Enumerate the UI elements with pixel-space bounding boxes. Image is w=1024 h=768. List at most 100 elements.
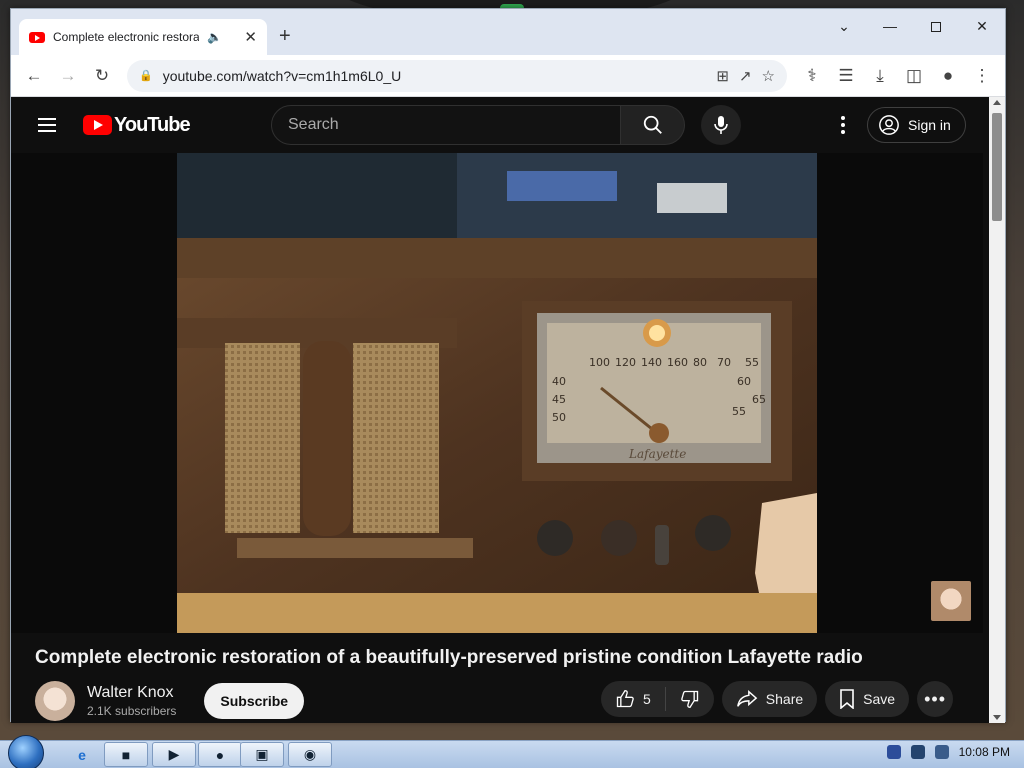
new-tab-button[interactable]: + <box>279 25 291 48</box>
browser-toolbar: ← → ↻ 🔒 youtube.com/watch?v=cm1h1m6L0_U … <box>11 55 1005 97</box>
settings-kebab-icon[interactable] <box>823 107 863 143</box>
tab-title: Complete electronic restora <box>53 30 199 44</box>
install-app-icon[interactable]: ⊞ <box>716 67 729 85</box>
radio-video-image: 100 120 140 160 80 70 55 60 65 40 45 50 … <box>177 153 817 633</box>
system-tray: 10:08 PM <box>886 745 1010 759</box>
youtube-page: YouTube Search Sign in 100 120 140 160 8… <box>11 97 991 723</box>
thumbs-down-icon <box>680 690 698 709</box>
back-button[interactable]: ← <box>19 61 49 91</box>
window-controls: ⌄ — ✕ <box>821 9 1005 43</box>
taskbar-ie-icon[interactable]: e <box>60 742 104 767</box>
microphone-icon <box>714 116 728 134</box>
video-title: Complete electronic restoration of a bea… <box>35 647 863 668</box>
volume-icon[interactable] <box>934 745 949 759</box>
channel-avatar[interactable] <box>35 681 75 721</box>
dial-number: 80 <box>693 356 707 369</box>
lock-icon[interactable]: 🔒 <box>139 69 153 82</box>
address-bar[interactable]: 🔒 youtube.com/watch?v=cm1h1m6L0_U ⊞ ↗ ☆ <box>127 59 787 92</box>
youtube-play-icon <box>83 115 112 135</box>
dial-number: 45 <box>552 393 566 406</box>
save-segment: Save <box>825 681 909 717</box>
dial-number: 140 <box>641 356 662 369</box>
video-info: Complete electronic restoration of a bea… <box>11 633 991 723</box>
search-bar: Search <box>271 105 741 145</box>
clock[interactable]: 10:08 PM <box>959 745 1010 759</box>
bookmark-star-icon[interactable]: ☆ <box>762 67 775 85</box>
search-input[interactable]: Search <box>271 105 621 145</box>
minimize-button[interactable]: — <box>867 9 913 43</box>
dial-number: 60 <box>737 375 751 388</box>
search-button[interactable] <box>621 105 685 145</box>
scrollbar-thumb[interactable] <box>992 113 1002 221</box>
start-button[interactable] <box>8 735 44 768</box>
thumbs-up-icon <box>616 689 634 708</box>
taskbar-monitor-icon[interactable]: ▣ <box>240 742 284 767</box>
dial-number: 40 <box>552 375 566 388</box>
like-dislike-group: 5 <box>601 681 714 717</box>
windows-taskbar: e ■ ▶ ● ▣ ◉ 10:08 PM <box>0 735 1024 768</box>
dial-brand-text: Lafayette <box>628 447 686 461</box>
dial-number: 120 <box>615 356 636 369</box>
hamburger-menu-icon[interactable] <box>27 105 67 145</box>
more-horizontal-icon: ••• <box>924 688 947 709</box>
tab-strip: Complete electronic restora 🔈 ✕ + ⌄ — ✕ <box>11 9 1005 55</box>
youtube-logo[interactable]: YouTube <box>83 113 191 137</box>
taskbar-chrome-icon[interactable]: ◉ <box>288 742 332 767</box>
media-queue-icon[interactable]: ☰ <box>831 61 861 91</box>
reload-button[interactable]: ↻ <box>87 61 117 91</box>
dial-number: 65 <box>752 393 766 406</box>
channel-name[interactable]: Walter Knox <box>87 684 176 702</box>
video-frame[interactable]: 100 120 140 160 80 70 55 60 65 40 45 50 … <box>177 153 817 633</box>
subscriber-count: 2.1K subscribers <box>87 704 177 718</box>
save-label: Save <box>863 691 896 707</box>
taskbar-globe-icon[interactable]: ● <box>198 742 242 767</box>
channel-info: Walter Knox 2.1K subscribers <box>87 684 176 718</box>
tab-search-chevron-icon[interactable]: ⌄ <box>821 9 867 43</box>
share-button[interactable]: Share <box>721 681 818 717</box>
close-window-button[interactable]: ✕ <box>959 9 1005 43</box>
maximize-button[interactable] <box>913 9 959 43</box>
url-text[interactable]: youtube.com/watch?v=cm1h1m6L0_U <box>163 68 707 84</box>
account-circle-icon <box>879 115 899 135</box>
video-player[interactable]: 100 120 140 160 80 70 55 60 65 40 45 50 … <box>11 153 983 633</box>
share-label: Share <box>765 691 804 707</box>
dislike-button[interactable] <box>666 681 714 717</box>
save-button[interactable]: Save <box>825 681 910 717</box>
share-arrow-icon <box>736 690 758 707</box>
tab-youtube[interactable]: Complete electronic restora 🔈 ✕ <box>19 19 267 55</box>
like-count: 5 <box>643 691 651 707</box>
tab-close-icon[interactable]: ✕ <box>244 28 257 46</box>
share-segment: Share <box>722 681 817 717</box>
dial-number: 160 <box>667 356 688 369</box>
shield-icon[interactable] <box>886 745 901 759</box>
more-actions-button[interactable]: ••• <box>917 681 954 717</box>
browser-menu-icon[interactable]: ⋮ <box>967 61 997 91</box>
dial-number: 55 <box>745 356 759 369</box>
sign-in-label: Sign in <box>908 117 951 133</box>
downloads-icon[interactable]: ⤓ <box>865 61 895 91</box>
voice-search-button[interactable] <box>701 105 741 145</box>
network-icon[interactable] <box>910 745 925 759</box>
sign-in-button[interactable]: Sign in <box>867 107 966 143</box>
like-button[interactable]: 5 <box>601 681 665 717</box>
youtube-wordmark: YouTube <box>114 113 191 136</box>
channel-watermark[interactable] <box>931 581 971 621</box>
maximize-icon <box>931 22 941 33</box>
dial-number: 55 <box>732 405 746 418</box>
dial-number: 50 <box>552 411 566 424</box>
youtube-header: YouTube Search Sign in <box>11 97 991 153</box>
taskbar-media-player-icon[interactable]: ▶ <box>152 742 196 767</box>
scroll-up-icon[interactable] <box>993 100 1001 105</box>
profile-icon[interactable]: ● <box>933 61 963 91</box>
share-page-icon[interactable]: ↗ <box>739 67 752 85</box>
forward-button[interactable]: → <box>53 61 83 91</box>
scroll-down-icon[interactable] <box>993 715 1001 720</box>
page-scrollbar[interactable] <box>989 97 1005 723</box>
video-actions: 5 Share Save ••• <box>601 681 954 717</box>
taskbar-app-icon[interactable]: ■ <box>104 742 148 767</box>
labs-flask-icon[interactable]: ⚕ <box>797 61 827 91</box>
side-panel-icon[interactable]: ◫ <box>899 61 929 91</box>
search-icon <box>643 115 662 134</box>
subscribe-button[interactable]: Subscribe <box>204 683 305 719</box>
speaker-icon[interactable]: 🔈 <box>207 30 222 44</box>
